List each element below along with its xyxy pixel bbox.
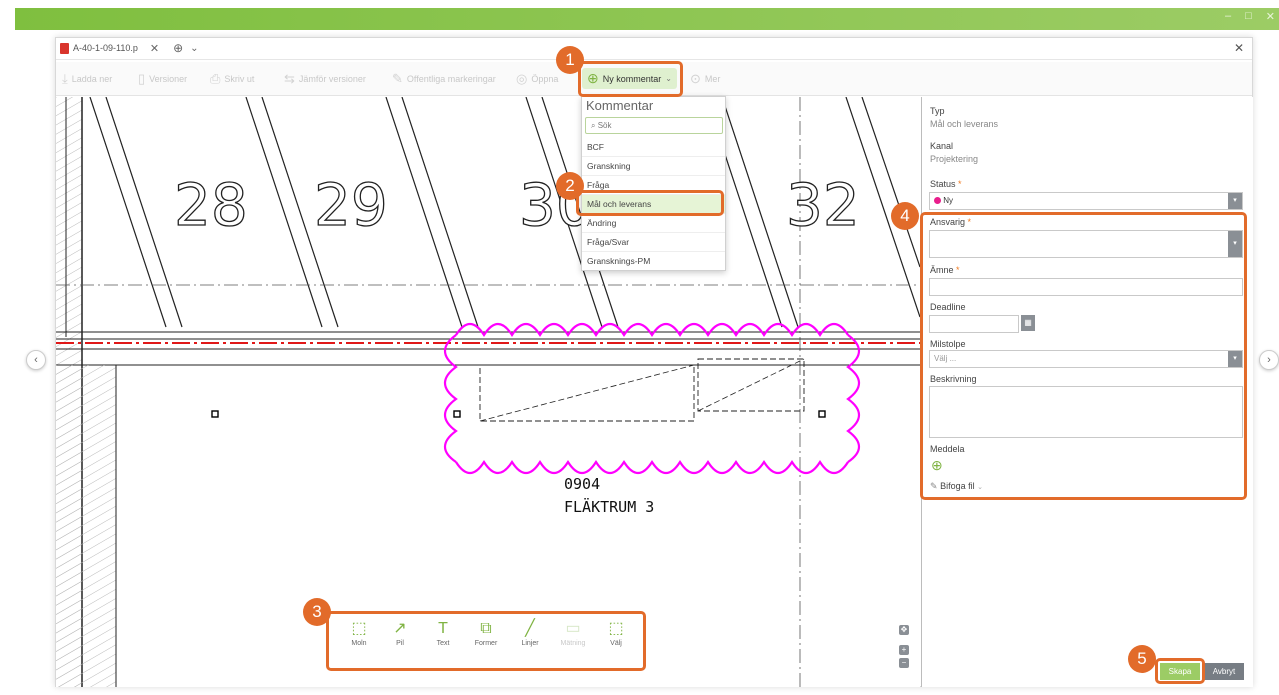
grid-number-28: 28: [173, 170, 248, 239]
status-label: Status *: [930, 179, 962, 189]
highlight-dropdown-item: [576, 190, 724, 216]
type-label: Typ: [930, 106, 945, 116]
print-button[interactable]: ⎙ Skriv ut: [210, 71, 254, 87]
tab-close-icon[interactable]: ✕: [150, 42, 159, 55]
highlight-form-fields: [920, 212, 1247, 500]
status-value: Ny: [943, 196, 954, 205]
channel-value: Projektering: [930, 154, 979, 164]
highlight-create-button: [1155, 658, 1205, 684]
grid-number-29: 29: [313, 170, 388, 239]
maximize-icon[interactable]: □: [1245, 10, 1252, 23]
versions-label: Versioner: [149, 74, 188, 84]
pdf-file-icon: [60, 42, 69, 54]
search-placeholder: Sök: [597, 121, 612, 130]
public-markings-label: Offentliga markeringar: [406, 74, 496, 84]
versions-button[interactable]: ▯ Versioner: [138, 71, 187, 87]
dropdown-arrow-icon: ▾: [1228, 193, 1242, 209]
callout-3: 3: [303, 598, 331, 626]
status-dot-icon: [934, 197, 941, 205]
print-label: Skriv ut: [224, 74, 255, 84]
open-label: Öppna: [531, 74, 559, 84]
cancel-button[interactable]: Avbryt: [1204, 663, 1244, 680]
compare-label: Jämför versioner: [298, 74, 366, 84]
zoom-in-button[interactable]: +: [899, 645, 909, 655]
status-select[interactable]: Ny ▾: [929, 192, 1243, 210]
search-icon: ⌕: [591, 121, 596, 130]
viewer-close-icon[interactable]: ✕: [1234, 41, 1244, 55]
window-close-icon[interactable]: ✕: [1266, 10, 1275, 23]
pencil-icon: ✎: [392, 71, 403, 86]
callout-1: 1: [556, 46, 584, 74]
room-name: FLÄKTRUM 3: [564, 498, 655, 516]
pan-icon[interactable]: ✥: [899, 625, 909, 635]
print-icon: ⎙: [210, 71, 221, 86]
download-icon: ⤓: [62, 71, 68, 86]
dropdown-item-granskning[interactable]: Granskning: [582, 157, 725, 176]
eye-icon: ◎: [516, 71, 528, 86]
highlight-draw-tools: [326, 611, 646, 671]
zoom-out-button[interactable]: −: [899, 658, 909, 668]
public-markings-button[interactable]: ✎ Offentliga markeringar: [392, 71, 496, 87]
compare-icon: ⇆: [284, 71, 295, 86]
document-tab-title: A-40-1-09-110.p: [73, 43, 138, 53]
more-icon: ⊙: [690, 71, 701, 86]
minimize-icon[interactable]: –: [1225, 10, 1231, 23]
dropdown-item-gransknings-pm[interactable]: Gransknings-PM: [582, 252, 725, 271]
channel-label: Kanal: [930, 141, 954, 151]
download-label: Ladda ner: [71, 74, 113, 84]
callout-4: 4: [891, 202, 919, 230]
next-page-button[interactable]: ›: [1259, 350, 1279, 370]
tab-menu-chevron-icon[interactable]: ⌄: [190, 43, 198, 54]
previous-page-button[interactable]: ‹: [26, 350, 46, 370]
highlight-new-comment: [578, 61, 683, 97]
window-title-bar: – □ ✕: [15, 8, 1279, 30]
type-value: Mål och leverans: [930, 119, 999, 129]
dropdown-item-bcf[interactable]: BCF: [582, 138, 725, 157]
drawing-canvas[interactable]: 28 29 30 32 0904 FLÄKTRUM 3: [56, 97, 920, 687]
more-button[interactable]: ⊙ Mer: [690, 71, 720, 87]
dropdown-search-input[interactable]: ⌕ Sök: [585, 117, 723, 134]
required-mark: *: [958, 179, 962, 189]
room-number: 0904: [564, 475, 601, 493]
download-button[interactable]: ⤓ Ladda ner: [62, 71, 112, 87]
document-tab[interactable]: A-40-1-09-110.p ✕ ⊕ ⌄: [60, 41, 199, 55]
add-tab-icon[interactable]: ⊕: [173, 41, 183, 55]
dropdown-title: Kommentar: [586, 98, 654, 113]
tab-bar: A-40-1-09-110.p ✕ ⊕ ⌄ ✕: [56, 38, 1252, 60]
status-label-text: Status: [930, 179, 956, 189]
callout-2: 2: [556, 172, 584, 200]
more-label: Mer: [704, 74, 721, 84]
dropdown-item-andring[interactable]: Ändring: [582, 214, 725, 233]
dropdown-item-fraga-svar[interactable]: Fråga/Svar: [582, 233, 725, 252]
grid-number-32: 32: [785, 170, 860, 239]
screen: – □ ✕ ‹ › A-40-1-09-110.p ✕ ⊕ ⌄ ✕ ⤓ Ladda…: [0, 0, 1279, 695]
versions-icon: ▯: [138, 71, 146, 86]
callout-5: 5: [1128, 645, 1156, 673]
comment-type-dropdown: Kommentar ⌕ Sök BCF Granskning Fråga Mål…: [581, 96, 726, 271]
open-button[interactable]: ◎ Öppna: [516, 71, 558, 87]
window-controls: – □ ✕: [1225, 10, 1275, 23]
compare-versions-button[interactable]: ⇆ Jämför versioner: [284, 71, 366, 87]
